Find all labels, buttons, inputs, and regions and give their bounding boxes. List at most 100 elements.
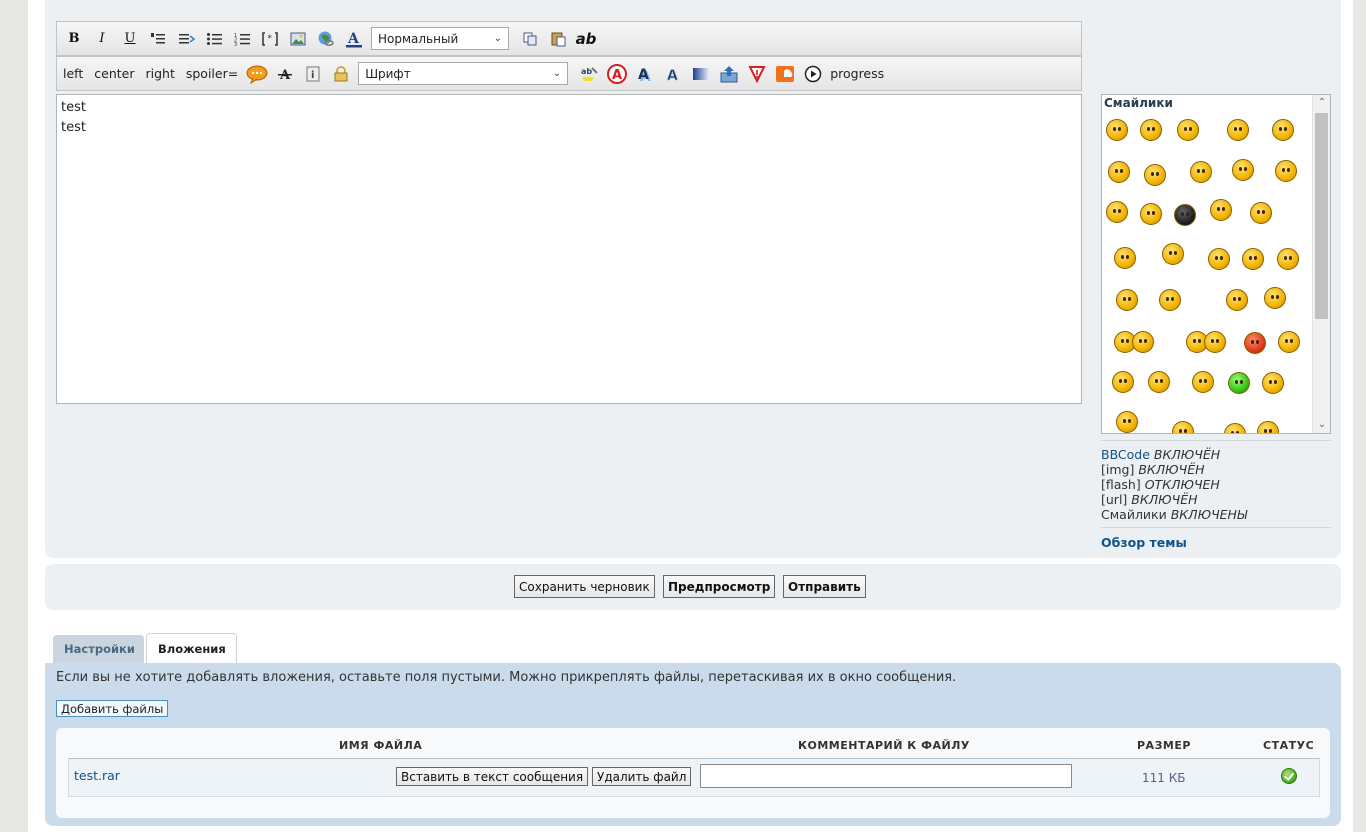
soundcloud-icon[interactable] xyxy=(774,63,796,85)
smiley-icon[interactable] xyxy=(1208,248,1230,270)
url-value: ВКЛЮЧЁН xyxy=(1131,492,1198,507)
link-icon[interactable] xyxy=(315,28,337,50)
font-family-select[interactable]: Шрифт ⌄ xyxy=(358,62,569,85)
smiley-icon[interactable] xyxy=(1210,199,1232,221)
info-icon[interactable]: i xyxy=(302,63,324,85)
numbered-list-icon[interactable]: 123 xyxy=(231,28,253,50)
underline-button[interactable]: U xyxy=(119,28,141,50)
align-right-button[interactable]: right xyxy=(145,63,174,85)
italic-button[interactable]: I xyxy=(91,28,113,50)
highlight-icon[interactable]: ab xyxy=(578,63,600,85)
preview-button[interactable]: Предпросмотр xyxy=(663,575,776,598)
submit-buttons-panel: Сохранить черновик Предпросмотр Отправит… xyxy=(45,564,1341,610)
upload-icon[interactable] xyxy=(718,63,740,85)
smiley-icon[interactable] xyxy=(1132,331,1154,353)
smiley-icon[interactable] xyxy=(1174,204,1196,226)
smiley-icon[interactable] xyxy=(1190,161,1212,183)
chevron-up-icon[interactable]: ⌃ xyxy=(1313,95,1330,111)
bold-button[interactable]: B xyxy=(63,28,85,50)
chevron-down-icon: ⌄ xyxy=(493,33,502,44)
strikethrough-icon[interactable]: A xyxy=(274,63,296,85)
image-icon[interactable] xyxy=(287,28,309,50)
smiley-icon[interactable] xyxy=(1257,421,1279,433)
bbcode-link[interactable]: BBCode xyxy=(1101,447,1150,462)
file-name-link[interactable]: test.rar xyxy=(74,768,120,783)
align-left-button[interactable]: left xyxy=(63,63,83,85)
divider xyxy=(1101,440,1331,441)
gradient-icon[interactable] xyxy=(690,63,712,85)
smiley-icon[interactable] xyxy=(1144,164,1166,186)
scrollbar-thumb[interactable] xyxy=(1315,113,1328,319)
smiley-icon[interactable] xyxy=(1106,119,1128,141)
lock-icon[interactable] xyxy=(330,63,352,85)
smiley-icon[interactable] xyxy=(1250,202,1272,224)
smiley-icon[interactable] xyxy=(1227,119,1249,141)
quote-icon[interactable] xyxy=(147,28,169,50)
posting-panel: B I U 123 * A Нормальный ⌄ ab left cente… xyxy=(45,0,1341,558)
smilies-scrollbar[interactable]: ⌃ ⌄ xyxy=(1312,95,1330,433)
smiley-icon[interactable] xyxy=(1242,248,1264,270)
smiley-icon[interactable] xyxy=(1278,331,1300,353)
smiley-icon[interactable] xyxy=(1114,247,1136,269)
chevron-down-icon[interactable]: ⌄ xyxy=(1313,417,1330,433)
smiley-icon[interactable] xyxy=(1232,159,1254,181)
play-icon[interactable] xyxy=(802,63,824,85)
smiley-icon[interactable] xyxy=(1226,289,1248,311)
smiley-icon[interactable] xyxy=(1106,201,1128,223)
red-a-icon[interactable]: A xyxy=(606,63,628,85)
topic-overview-link[interactable]: Обзор темы xyxy=(1101,535,1187,550)
shadow-a-icon[interactable]: AA xyxy=(634,63,656,85)
save-draft-button[interactable]: Сохранить черновик xyxy=(514,575,655,598)
delete-file-button[interactable]: Удалить файл xyxy=(592,767,692,786)
smiley-icon[interactable] xyxy=(1272,119,1294,141)
smiley-icon[interactable] xyxy=(1264,287,1286,309)
svg-text:A: A xyxy=(347,31,360,47)
font-color-icon[interactable]: A xyxy=(343,28,365,50)
insert-inline-button[interactable]: Вставить в текст сообщения xyxy=(396,767,589,786)
smiley-icon[interactable] xyxy=(1140,119,1162,141)
header-status: СТАТУС xyxy=(1263,739,1315,752)
smiley-icon[interactable] xyxy=(1116,411,1138,433)
smiley-icon[interactable] xyxy=(1162,243,1184,265)
glow-a-icon[interactable]: A xyxy=(662,63,684,85)
speech-bubble-icon[interactable] xyxy=(246,63,268,85)
smiley-icon[interactable] xyxy=(1148,371,1170,393)
tab-settings[interactable]: Настройки xyxy=(53,635,144,663)
message-editor[interactable] xyxy=(56,94,1082,404)
paste-icon[interactable] xyxy=(547,28,569,50)
align-center-button[interactable]: center xyxy=(94,63,134,85)
add-files-button[interactable]: Добавить файлы xyxy=(56,700,169,717)
smiley-icon[interactable] xyxy=(1204,331,1226,353)
smiley-icon[interactable] xyxy=(1224,423,1246,433)
smiley-icon[interactable] xyxy=(1244,332,1266,354)
bullet-list-icon[interactable] xyxy=(203,28,225,50)
smiley-icon[interactable] xyxy=(1277,248,1299,270)
smiley-icon[interactable] xyxy=(1159,289,1181,311)
svg-text:3: 3 xyxy=(234,42,237,47)
smilies-label: Смайлики xyxy=(1101,507,1167,522)
spellcheck-button[interactable]: ab xyxy=(575,28,597,50)
warning-icon[interactable] xyxy=(746,63,768,85)
smiley-icon[interactable] xyxy=(1116,289,1138,311)
smiley-icon[interactable] xyxy=(1228,372,1250,394)
smiley-icon[interactable] xyxy=(1108,161,1130,183)
svg-text:A: A xyxy=(612,68,622,83)
smiley-icon[interactable] xyxy=(1140,203,1162,225)
tab-attachments[interactable]: Вложения xyxy=(146,633,237,663)
smiley-icon[interactable] xyxy=(1192,371,1214,393)
smiley-icon[interactable] xyxy=(1177,119,1199,141)
smiley-icon[interactable] xyxy=(1172,421,1194,433)
smiley-icon[interactable] xyxy=(1112,371,1134,393)
file-comment-input[interactable] xyxy=(700,764,1072,788)
list-item-icon[interactable]: * xyxy=(259,28,281,50)
progress-button[interactable]: progress xyxy=(830,63,884,85)
copy-icon[interactable] xyxy=(519,28,541,50)
font-size-select[interactable]: Нормальный ⌄ xyxy=(371,27,509,50)
file-size: 111 КБ xyxy=(1142,771,1186,785)
smiley-icon[interactable] xyxy=(1275,160,1297,182)
submit-button[interactable]: Отправить xyxy=(783,575,866,598)
spoiler-button[interactable]: spoiler= xyxy=(186,63,238,85)
smiley-icon[interactable] xyxy=(1262,372,1284,394)
bbcode-value: ВКЛЮЧЁН xyxy=(1153,447,1221,462)
code-icon[interactable] xyxy=(175,28,197,50)
